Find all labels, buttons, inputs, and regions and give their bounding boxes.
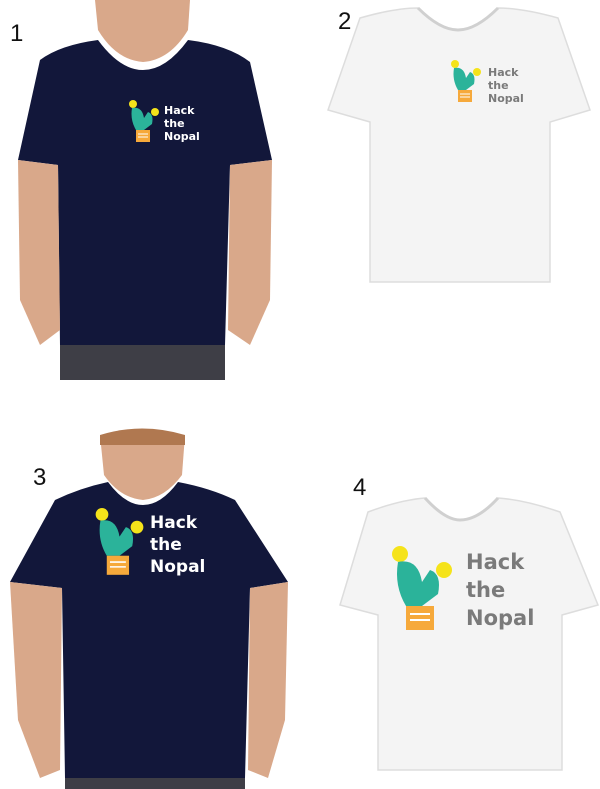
panel-1: 1 Hack the Nopal bbox=[0, 0, 300, 380]
logo-line-1: Hack bbox=[488, 66, 519, 79]
logo-line-2: the bbox=[150, 535, 182, 555]
logo-line-2: the bbox=[488, 79, 509, 92]
navy-tshirt-with-model bbox=[18, 0, 272, 380]
cactus-logo-icon bbox=[129, 100, 159, 142]
white-tshirt bbox=[327, 6, 591, 283]
navy-tshirt-with-model bbox=[10, 428, 288, 789]
hack-the-nopal-logo: Hack the Nopal bbox=[388, 546, 548, 638]
logo-line-3: Nopal bbox=[488, 92, 524, 105]
hack-the-nopal-logo: Hack the Nopal bbox=[92, 508, 222, 588]
cactus-logo-icon bbox=[95, 508, 144, 575]
cactus-logo-icon bbox=[451, 60, 481, 102]
cactus-logo-icon bbox=[392, 546, 452, 630]
panel-3: 3 Hack the Nopal bbox=[0, 400, 300, 789]
logo-line-3: Nopal bbox=[466, 606, 535, 630]
logo-line-3: Nopal bbox=[150, 557, 206, 577]
logo-line-1: Hack bbox=[466, 550, 525, 574]
logo-line-2: the bbox=[164, 117, 185, 130]
logo-line-3: Nopal bbox=[164, 130, 200, 143]
hack-the-nopal-logo: Hack the Nopal bbox=[450, 60, 540, 108]
logo-line-1: Hack bbox=[164, 104, 195, 117]
panel-2: 2 Hack the Nopal bbox=[300, 0, 600, 380]
logo-line-2: the bbox=[466, 578, 506, 602]
panel-4: 4 Hack the Nopal bbox=[300, 400, 600, 789]
logo-line-1: Hack bbox=[150, 513, 198, 533]
hack-the-nopal-logo: Hack the Nopal bbox=[128, 100, 208, 145]
